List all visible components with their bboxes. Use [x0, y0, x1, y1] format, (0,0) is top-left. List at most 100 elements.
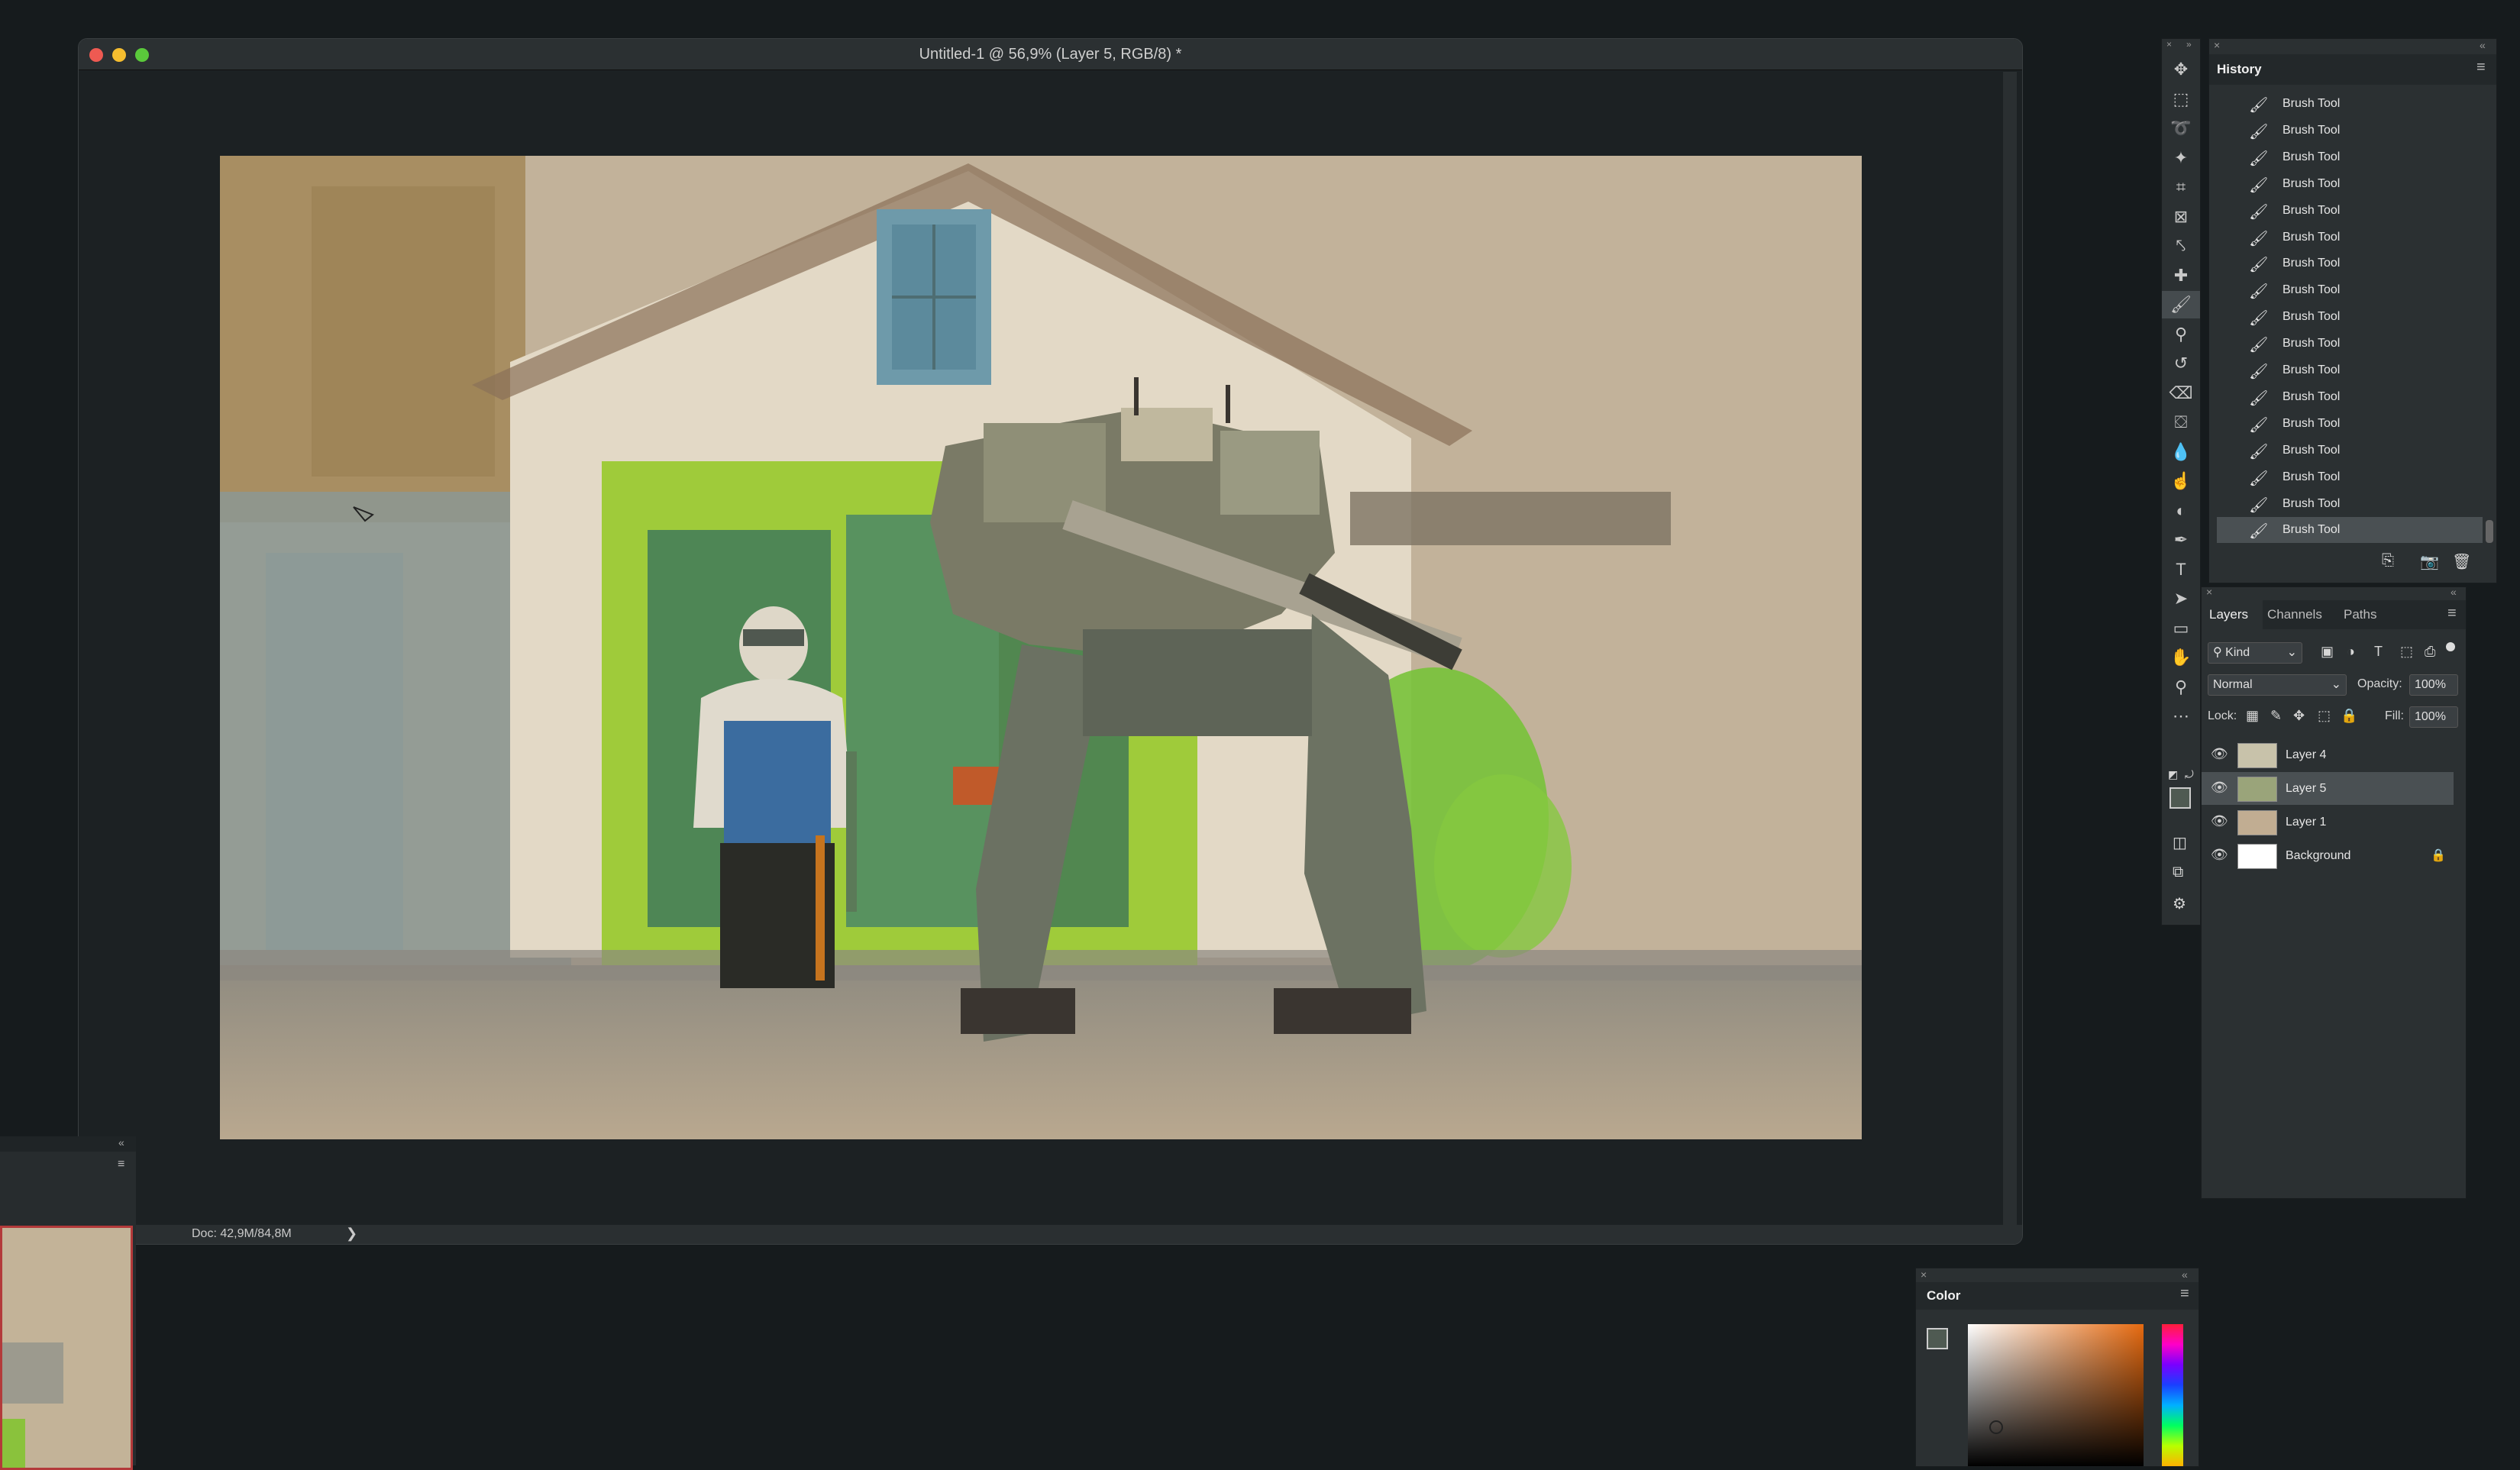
blend-mode-select[interactable]: Normal ⌄ [2208, 674, 2347, 696]
tools-panel-header[interactable]: × » [2162, 39, 2200, 51]
tab-channels[interactable]: Channels [2267, 600, 2336, 629]
smudge-tool[interactable]: ☝ [2162, 467, 2200, 495]
delete-state-icon[interactable]: 🗑 [2452, 552, 2471, 571]
eraser-tool[interactable]: ⌫ [2162, 380, 2200, 407]
filter-toggle-icon[interactable] [2446, 642, 2455, 651]
rectangle-tool[interactable]: ▭ [2162, 615, 2200, 642]
color-picker-marker[interactable] [1989, 1420, 2003, 1434]
history-state[interactable]: 🖌 Brush Tool [2217, 118, 2483, 144]
new-document-from-state-icon[interactable]: ⎘ [2382, 552, 2394, 570]
history-state[interactable]: 🖌 Brush Tool [2217, 517, 2483, 544]
layer-row[interactable]: 👁 Background 🔒 [2202, 839, 2454, 872]
hand-tool[interactable]: ✋ [2162, 644, 2200, 671]
layer-row[interactable]: 👁 Layer 5 [2202, 772, 2454, 805]
history-state[interactable]: 🖌 Brush Tool [2217, 384, 2483, 410]
panel-menu-icon[interactable]: ≡ [2447, 605, 2457, 622]
history-state[interactable]: 🖌 Brush Tool [2217, 304, 2483, 330]
history-scrollbar[interactable] [2486, 520, 2493, 543]
lock-image-icon[interactable]: ✎ [2270, 708, 2282, 724]
close-icon[interactable]: × [2166, 39, 2172, 50]
panel-menu-icon[interactable]: ≡ [118, 1158, 124, 1171]
clone-stamp-tool[interactable]: ⚲ [2162, 321, 2200, 348]
lock-artboard-icon[interactable]: ⬚ [2318, 708, 2331, 724]
dodge-tool[interactable]: ◐ [2162, 497, 2200, 525]
expand-icon[interactable]: » [2186, 39, 2192, 50]
filter-type-icon[interactable]: T [2374, 644, 2383, 660]
history-state[interactable]: 🖌 Brush Tool [2217, 464, 2483, 490]
path-selection-tool[interactable]: ➤ [2162, 585, 2200, 612]
more-tools[interactable]: ⋯ [2162, 703, 2200, 730]
screen-mode-icon[interactable]: ⧉ [2173, 864, 2183, 881]
close-icon[interactable]: × [1921, 1268, 1927, 1281]
layer-row[interactable]: 👁 Layer 1 [2202, 806, 2454, 838]
visibility-eye-icon[interactable]: 👁 [2211, 813, 2228, 829]
blur-tool[interactable]: 💧 [2162, 438, 2200, 466]
collapse-icon[interactable]: « [118, 1136, 124, 1149]
layer-row[interactable]: 👁 Layer 4 [2202, 738, 2454, 771]
crop-tool[interactable]: ⌗ [2162, 173, 2200, 201]
lock-all-icon[interactable]: 🔒 [2341, 708, 2357, 724]
edit-toolbar-icon[interactable]: ⚙ [2173, 894, 2186, 913]
history-state[interactable]: 🖌 Brush Tool [2217, 331, 2483, 357]
filter-pixel-icon[interactable]: ▣ [2321, 644, 2334, 660]
history-state[interactable]: 🖌 Brush Tool [2217, 91, 2483, 117]
lock-position-icon[interactable]: ✥ [2293, 708, 2305, 724]
move-tool[interactable]: ✥ [2162, 56, 2200, 83]
type-tool[interactable]: T [2162, 556, 2200, 583]
opacity-field[interactable]: 100% [2409, 674, 2458, 696]
zoom-tool[interactable]: ⚲ [2162, 674, 2200, 701]
panel-menu-icon[interactable]: ≡ [2476, 59, 2486, 76]
visibility-eye-icon[interactable]: 👁 [2211, 780, 2228, 796]
fill-field[interactable]: 100% [2409, 706, 2458, 728]
collapse-icon[interactable]: « [2480, 39, 2486, 51]
painting-canvas[interactable] [220, 156, 1862, 1139]
panel-menu-icon[interactable]: ≡ [2180, 1285, 2189, 1303]
brush-tool[interactable]: 🖌 [2162, 291, 2200, 318]
history-state[interactable]: 🖌 Brush Tool [2217, 198, 2483, 224]
visibility-eye-icon[interactable]: 👁 [2211, 847, 2228, 863]
layer-filter-select[interactable]: ⚲ Kind ⌄ [2208, 642, 2302, 664]
filter-adjustment-icon[interactable]: ◑ [2347, 644, 2355, 660]
history-state[interactable]: 🖌 Brush Tool [2217, 225, 2483, 250]
eyedropper-tool[interactable]: ⤣ [2162, 232, 2200, 260]
marquee-tool[interactable]: ⬚ [2162, 86, 2200, 113]
history-state[interactable]: 🖌 Brush Tool [2217, 250, 2483, 276]
history-state[interactable]: 🖌 Brush Tool [2217, 171, 2483, 197]
history-state[interactable]: 🖌 Brush Tool [2217, 357, 2483, 383]
foreground-color-swatch[interactable] [2169, 787, 2191, 809]
document-title-bar[interactable]: Untitled-1 @ 56,9% (Layer 5, RGB/8) * [79, 39, 2022, 70]
saturation-brightness-field[interactable] [1968, 1324, 2144, 1466]
history-state[interactable]: 🖌 Brush Tool [2217, 438, 2483, 464]
swap-colors-icon[interactable]: ⤾ [2185, 768, 2194, 781]
visibility-eye-icon[interactable]: 👁 [2211, 746, 2228, 762]
navigator-thumbnail[interactable] [0, 1226, 133, 1470]
tab-layers[interactable]: Layers [2202, 600, 2263, 629]
navigator-panel-header[interactable]: « [0, 1136, 136, 1152]
default-colors-icon[interactable]: ◩ [2168, 768, 2178, 781]
collapse-icon[interactable]: « [2182, 1268, 2188, 1281]
history-state[interactable]: 🖌 Brush Tool [2217, 144, 2483, 170]
tab-paths[interactable]: Paths [2344, 600, 2389, 629]
history-state[interactable]: 🖌 Brush Tool [2217, 277, 2483, 303]
paint-bucket-tool[interactable]: ⛋ [2162, 409, 2200, 436]
lasso-tool[interactable]: ➰ [2162, 115, 2200, 142]
vertical-scrollbar[interactable] [2003, 72, 2017, 1233]
history-state[interactable]: 🖌 Brush Tool [2217, 411, 2483, 437]
magic-wand-tool[interactable]: ✦ [2162, 144, 2200, 172]
hue-slider[interactable] [2162, 1324, 2183, 1466]
pen-tool[interactable]: ✒ [2162, 526, 2200, 554]
quick-mask-icon[interactable]: ◫ [2173, 833, 2187, 852]
close-icon[interactable]: × [2214, 39, 2220, 51]
foreground-color-swatch[interactable] [1927, 1328, 1948, 1349]
healing-brush-tool[interactable]: ✚ [2162, 262, 2200, 289]
tab-history[interactable]: History [2217, 57, 2262, 82]
new-snapshot-icon[interactable]: 📷 [2420, 552, 2439, 571]
filter-smart-object-icon[interactable]: ⎙ [2425, 644, 2435, 660]
collapse-icon[interactable]: « [2451, 586, 2457, 598]
status-menu-arrow[interactable]: ❯ [346, 1226, 357, 1242]
history-state[interactable]: 🖌 Brush Tool [2217, 491, 2483, 517]
history-brush-tool[interactable]: ↺ [2162, 350, 2200, 377]
close-icon[interactable]: × [2206, 586, 2212, 598]
lock-transparent-icon[interactable]: ▦ [2246, 708, 2259, 724]
filter-shape-icon[interactable]: ⬚ [2400, 644, 2413, 660]
